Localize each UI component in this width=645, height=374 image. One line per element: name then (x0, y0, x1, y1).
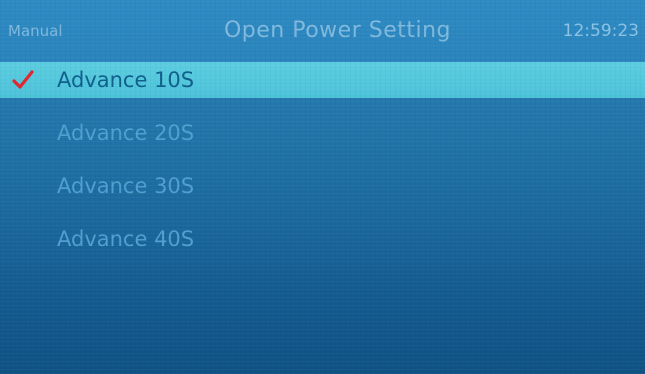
menu-item-advance-10s[interactable]: Advance 10S (0, 62, 645, 98)
header-bar: Manual Open Power Setting 12:59:23 (0, 0, 645, 62)
page-title: Open Power Setting (223, 18, 452, 43)
clock: 12:59:23 (562, 21, 639, 41)
options-menu: Advance 10S Advance 20S Advance 30S Adva… (0, 62, 645, 274)
menu-item-advance-30s[interactable]: Advance 30S (0, 168, 645, 204)
menu-item-label: Advance 40S (57, 227, 195, 251)
menu-item-label: Advance 10S (57, 68, 195, 92)
menu-item-advance-40s[interactable]: Advance 40S (0, 221, 645, 257)
lcd-screen: Manual Open Power Setting 12:59:23 Advan… (0, 0, 645, 374)
checkmark-icon (12, 70, 34, 89)
menu-item-advance-20s[interactable]: Advance 20S (0, 115, 645, 151)
menu-item-label: Advance 20S (57, 121, 195, 145)
menu-item-label: Advance 30S (57, 174, 195, 198)
